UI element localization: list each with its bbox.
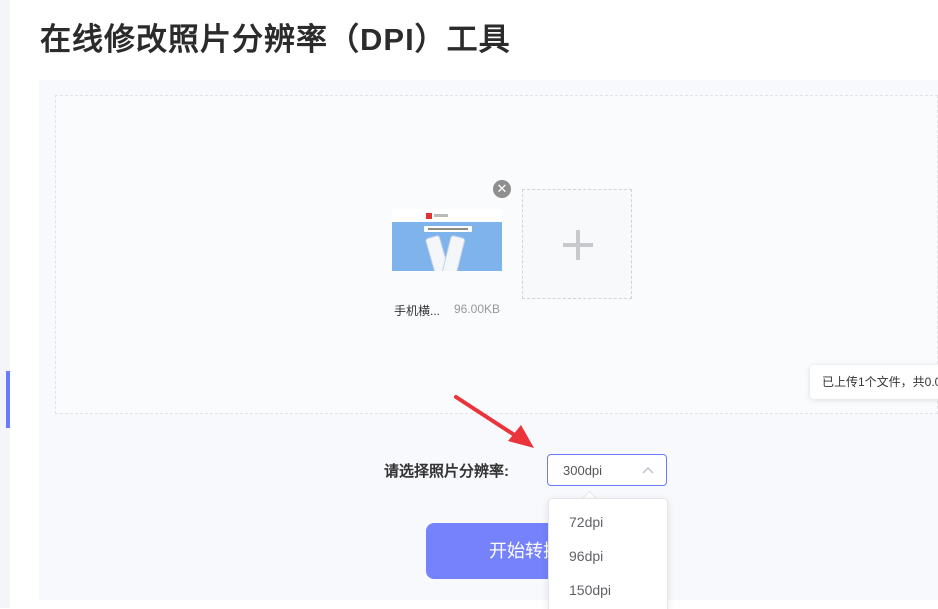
left-sidebar-edge — [0, 0, 10, 608]
dpi-option-150[interactable]: 150dpi — [549, 573, 667, 607]
dpi-select[interactable]: 300dpi — [547, 454, 667, 486]
upload-status-tooltip: 已上传1个文件，共0.0 — [810, 365, 938, 399]
thumbnail-logo-icon — [426, 213, 432, 219]
dpi-option-72[interactable]: 72dpi — [549, 505, 667, 539]
dpi-select-label: 请选择照片分辨率: — [384, 463, 509, 480]
thumbnail-caption — [424, 226, 472, 232]
thumbnail-logo-text — [434, 214, 448, 217]
file-name: 手机横... — [394, 304, 441, 318]
close-icon: ✕ — [496, 181, 508, 196]
sidebar-active-indicator — [6, 371, 10, 428]
remove-file-button[interactable]: ✕ — [493, 180, 511, 198]
dpi-option-96[interactable]: 96dpi — [549, 539, 667, 573]
page-title: 在线修改照片分辨率（DPI）工具 — [40, 22, 511, 57]
chevron-up-icon — [642, 466, 654, 474]
file-size: 96.00KB — [454, 302, 501, 316]
plus-icon — [563, 230, 593, 260]
phone-icon — [441, 234, 466, 271]
dpi-dropdown-menu: 72dpi 96dpi 150dpi — [548, 498, 668, 609]
annotation-arrow-icon — [454, 395, 534, 448]
add-file-button[interactable] — [522, 189, 632, 299]
dpi-selected-value: 300dpi — [563, 463, 603, 478]
uploaded-file-thumbnail — [392, 209, 502, 271]
